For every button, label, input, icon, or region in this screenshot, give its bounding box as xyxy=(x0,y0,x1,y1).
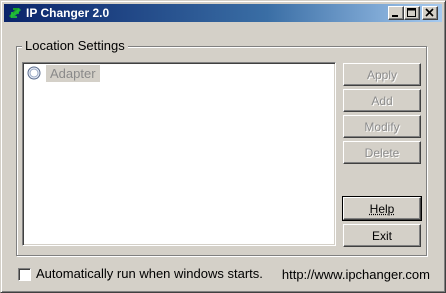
network-arrows-icon xyxy=(7,5,23,21)
close-button[interactable] xyxy=(422,6,438,20)
minimize-icon xyxy=(392,15,398,17)
close-icon xyxy=(425,8,434,17)
exit-button[interactable]: Exit xyxy=(343,224,421,247)
autorun-checkbox[interactable] xyxy=(18,268,31,281)
help-button[interactable]: Help xyxy=(342,196,422,221)
website-link[interactable]: http://www.ipchanger.com xyxy=(282,267,430,282)
window-title: IP Changer 2.0 xyxy=(26,6,110,20)
apply-button[interactable]: Apply xyxy=(343,63,421,86)
maximize-button[interactable] xyxy=(404,6,420,20)
title-bar[interactable]: IP Changer 2.0 xyxy=(4,4,442,22)
delete-button[interactable]: Delete xyxy=(343,141,421,164)
autorun-label[interactable]: Automatically run when windows starts. xyxy=(36,266,263,281)
minimize-button[interactable] xyxy=(388,6,404,20)
adapter-item-label: Adapter xyxy=(46,65,100,82)
radio-icon xyxy=(27,66,41,80)
location-settings-label: Location Settings xyxy=(22,38,128,53)
location-list[interactable]: Adapter xyxy=(22,62,336,246)
modify-button[interactable]: Modify xyxy=(343,115,421,138)
app-window: IP Changer 2.0 Location Settings Adapter… xyxy=(0,0,446,293)
help-button-label: Help xyxy=(369,201,395,216)
add-button[interactable]: Add xyxy=(343,89,421,112)
maximize-icon xyxy=(407,8,416,17)
